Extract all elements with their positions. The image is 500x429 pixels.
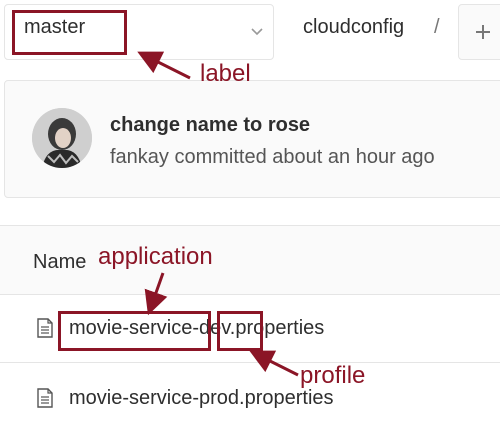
profile-highlight-box <box>217 311 263 351</box>
label-arrow <box>137 51 191 80</box>
application-highlight-box <box>58 311 211 351</box>
file-link[interactable]: movie-service-prod.properties <box>69 387 334 410</box>
avatar-image <box>32 108 92 168</box>
plus-icon <box>476 25 490 39</box>
add-button[interactable] <box>458 4 500 60</box>
avatar[interactable] <box>32 108 92 168</box>
profile-arrow <box>249 350 299 377</box>
repo-name-link[interactable]: cloudconfig <box>303 16 404 39</box>
column-header-name: Name <box>33 251 87 273</box>
label-annotation: label <box>200 60 251 87</box>
file-text-icon <box>37 318 53 338</box>
label-highlight-box <box>12 10 127 55</box>
path-separator: / <box>434 16 440 38</box>
file-text-icon <box>37 388 53 408</box>
profile-annotation: profile <box>300 362 366 389</box>
commit-meta: fankay committed about an hour ago <box>110 146 435 168</box>
commit-title-link[interactable]: change name to rose <box>110 114 310 137</box>
chevron-down-icon <box>251 28 263 36</box>
row-divider <box>0 362 500 363</box>
application-annotation: application <box>98 243 213 270</box>
